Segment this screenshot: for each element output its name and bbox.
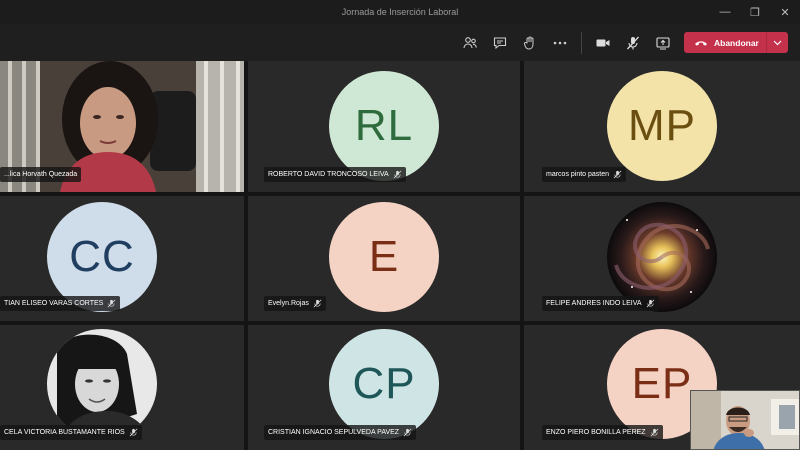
participant-name-tag: TIAN ELISEO VARAS CORTES: [0, 296, 121, 311]
participant-photo-avatar: [47, 329, 157, 439]
window-titlebar: Jornada de Inserción Laboral — ❐ ✕: [0, 0, 800, 24]
participant-tile[interactable]: FELIPE ANDRES INDO LEIVA: [524, 196, 800, 321]
mic-muted-icon: [129, 428, 138, 437]
share-screen-icon[interactable]: [648, 24, 678, 61]
leave-label: Abandonar: [714, 37, 759, 48]
participant-name-tag: ENZO PIERO BONILLA PEREZ: [542, 425, 663, 440]
participant-name: ROBERTO DAVID TRONCOSO LEIVA: [268, 171, 389, 178]
mic-muted-icon: [613, 170, 622, 179]
people-icon[interactable]: [455, 24, 485, 61]
participant-tile[interactable]: MP marcos pinto pasten: [524, 61, 800, 192]
mic-muted-icon: [650, 428, 658, 437]
leave-options-button[interactable]: [767, 32, 788, 53]
participant-tile[interactable]: CP CRISTIAN IGNACIO SEPULVEDA PAVEZ: [248, 325, 520, 450]
leave-meeting-button[interactable]: Abandonar: [684, 32, 788, 53]
participant-grid: ...lica Horvath Quezada RL ROBERTO DAVID…: [0, 61, 800, 450]
leave-main-button[interactable]: Abandonar: [684, 32, 766, 53]
avatar: CP: [329, 329, 439, 439]
window-title: Jornada de Inserción Laboral: [341, 7, 459, 17]
participant-name: ...lica Horvath Quezada: [4, 171, 78, 178]
participant-tile[interactable]: RL ROBERTO DAVID TRONCOSO LEIVA: [248, 61, 520, 192]
participant-tile-video[interactable]: ...lica Horvath Quezada: [0, 61, 244, 192]
window-controls: — ❐ ✕: [710, 0, 800, 24]
close-icon[interactable]: ✕: [770, 0, 800, 24]
participant-name-tag: ROBERTO DAVID TRONCOSO LEIVA: [264, 167, 406, 182]
participant-name: TIAN ELISEO VARAS CORTES: [4, 300, 104, 307]
participant-name: ENZO PIERO BONILLA PEREZ: [546, 429, 646, 436]
participant-name: marcos pinto pasten: [546, 171, 610, 178]
toolbar-divider: [581, 31, 582, 54]
participant-name-tag: CRISTIAN IGNACIO SEPULVEDA PAVEZ: [264, 425, 417, 440]
participant-name: CRISTIAN IGNACIO SEPULVEDA PAVEZ: [268, 429, 400, 436]
mic-muted-icon: [393, 170, 402, 179]
avatar: RL: [329, 71, 439, 181]
participant-name-tag: ...lica Horvath Quezada: [0, 167, 82, 182]
mic-muted-icon: [313, 299, 322, 308]
participant-name-tag: FELIPE ANDRES INDO LEIVA: [542, 296, 659, 311]
chat-icon[interactable]: [485, 24, 515, 61]
mic-muted-icon: [403, 428, 412, 437]
camera-icon[interactable]: [588, 24, 618, 61]
more-options-icon[interactable]: [545, 24, 575, 61]
mic-muted-icon: [646, 299, 654, 308]
self-video-feed: [691, 391, 799, 449]
participant-tile[interactable]: CC TIAN ELISEO VARAS CORTES: [0, 196, 244, 321]
raise-hand-icon[interactable]: [515, 24, 545, 61]
participant-name: Evelyn.Rojas: [268, 300, 309, 307]
hang-up-icon: [695, 40, 707, 46]
participant-name-tag: marcos pinto pasten: [542, 167, 627, 182]
participant-name-tag: CELA VICTORIA BUSTAMANTE RIOS: [0, 425, 142, 440]
participant-name: FELIPE ANDRES INDO LEIVA: [546, 300, 642, 307]
participant-tile[interactable]: CELA VICTORIA BUSTAMANTE RIOS: [0, 325, 244, 450]
mic-muted-icon[interactable]: [618, 24, 648, 61]
toolbar-icons: [455, 24, 678, 61]
minimize-icon[interactable]: —: [710, 0, 740, 24]
mic-muted-icon: [107, 299, 116, 308]
self-view-video[interactable]: [690, 390, 800, 450]
participant-name-tag: Evelyn.Rojas: [264, 296, 326, 311]
chevron-down-icon: [773, 40, 782, 45]
maximize-icon[interactable]: ❐: [740, 0, 770, 24]
participant-tile[interactable]: E Evelyn.Rojas: [248, 196, 520, 321]
avatar: MP: [607, 71, 717, 181]
meeting-toolbar: Abandonar: [0, 24, 800, 61]
avatar: E: [329, 202, 439, 312]
participant-name: CELA VICTORIA BUSTAMANTE RIOS: [4, 429, 125, 436]
